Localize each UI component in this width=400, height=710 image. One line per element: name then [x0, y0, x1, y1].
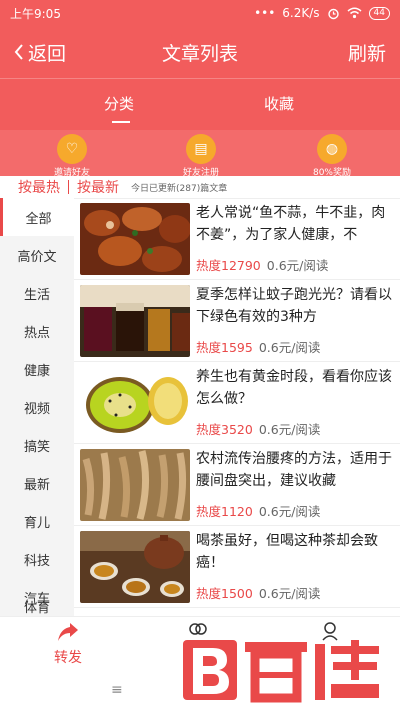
article-thumbnail-drinks — [80, 285, 190, 357]
sort-hot-button[interactable]: 按最热 — [18, 177, 60, 197]
sort-divider — [68, 180, 69, 194]
alarm-icon — [327, 8, 339, 19]
promo-register-label: 好友注册 — [182, 168, 219, 176]
share-arrow-icon — [58, 623, 78, 641]
article-item[interactable]: 夏季怎样让蚊子跑光光？请看以下绿色有效的3种方 热度1595 0.6元/阅读 — [74, 280, 400, 362]
register-icon: ▤ — [186, 134, 216, 164]
back-button[interactable]: 返回 — [14, 39, 66, 66]
menu-icon[interactable]: ≡ — [111, 682, 123, 698]
category-sidebar: 全部 高价文 生活 热点 健康 视频 搞笑 最新 育儿 科技 汽车 体育 — [0, 198, 74, 616]
article-title: 养生也有黄金时段，看看你应该怎么做？ — [196, 369, 392, 407]
refresh-button[interactable]: 刷新 — [348, 39, 386, 66]
promo-reward-label: 80%奖励 — [312, 168, 351, 176]
network-speed: 6.2K/s — [282, 6, 320, 20]
article-thumbnail-herbs — [80, 449, 190, 521]
active-tab-indicator — [112, 121, 130, 123]
article-thumbnail-tea — [80, 531, 190, 603]
watermark-logo — [183, 640, 379, 703]
article-heat: 热度1120 — [196, 504, 253, 519]
invite-icon: ♡ — [57, 134, 87, 164]
article-heat: 热度1595 — [196, 340, 253, 355]
status-dots: ••• — [254, 6, 276, 20]
nav-bar: 返回 文章列表 刷新 — [0, 26, 400, 78]
promo-register[interactable]: ▤ 好友注册 — [161, 134, 241, 176]
tab-bar: 分类 收藏 — [0, 78, 400, 130]
article-item[interactable]: 喝茶虽好，但喝这种茶却会致癌！ 热度1500 0.6元/阅读 — [74, 526, 400, 608]
update-count-text: 今日已更新(287)篇文章 — [131, 183, 228, 194]
article-item[interactable]: 农村流传治腰疼的方法，适用于腰间盘突出，建议收藏 热度1120 0.6元/阅读 — [74, 444, 400, 526]
promo-reward[interactable]: ◍ 80%奖励 — [292, 134, 372, 176]
tab-category[interactable]: 分类 — [104, 93, 134, 114]
wifi-icon — [347, 7, 362, 19]
share-button[interactable]: 转发 — [48, 621, 88, 667]
category-item-parenting[interactable]: 育儿 — [0, 502, 74, 540]
article-title: 喝茶虽好，但喝这种茶却会致癌！ — [196, 533, 378, 571]
article-price: 0.6元/阅读 — [258, 586, 321, 601]
category-item-sports-label: 体育 — [23, 600, 50, 616]
article-meta: 热度1500 0.6元/阅读 — [196, 583, 320, 602]
reward-icon: ◍ — [317, 134, 347, 164]
chevron-left-icon — [14, 44, 23, 60]
article-price: 0.6元/阅读 — [258, 504, 321, 519]
article-title: 农村流传治腰疼的方法，适用于腰间盘突出，建议收藏 — [196, 451, 392, 489]
category-item-high-price[interactable]: 高价文 — [0, 236, 74, 274]
category-item-hot[interactable]: 热点 — [0, 312, 74, 350]
article-title: 夏季怎样让蚊子跑光光？请看以下绿色有效的3种方 — [196, 287, 392, 325]
article-meta: 热度1120 0.6元/阅读 — [196, 501, 320, 520]
sort-bar: 按最热 按最新 今日已更新(287)篇文章 — [0, 176, 400, 199]
article-meta: 热度3520 0.6元/阅读 — [196, 419, 320, 438]
article-heat: 热度3520 — [196, 422, 253, 437]
article-price: 0.6元/阅读 — [258, 340, 321, 355]
category-item-latest[interactable]: 最新 — [0, 464, 74, 502]
category-item-health[interactable]: 健康 — [0, 350, 74, 388]
category-item-funny[interactable]: 搞笑 — [0, 426, 74, 464]
article-item[interactable]: 养生也有黄金时段，看看你应该怎么做？ 热度3520 0.6元/阅读 — [74, 362, 400, 444]
article-heat: 热度12790 — [196, 258, 261, 273]
article-meta: 热度1595 0.6元/阅读 — [196, 337, 320, 356]
status-time: 上午9:05 — [10, 6, 61, 21]
article-heat: 热度1500 — [196, 586, 253, 601]
article-item[interactable]: 老人常说“鱼不蒜，牛不韭，肉不姜”，为了家人健康，不 热度12790 0.6元/… — [74, 198, 400, 280]
article-meta: 热度12790 0.6元/阅读 — [196, 255, 328, 274]
article-title: 老人常说“鱼不蒜，牛不韭，肉不姜”，为了家人健康，不 — [196, 205, 386, 243]
promo-invite[interactable]: ♡ 邀请好友 — [32, 134, 112, 176]
category-item-life[interactable]: 生活 — [0, 274, 74, 312]
article-thumbnail-meat — [80, 203, 190, 275]
category-item-tech[interactable]: 科技 — [0, 540, 74, 578]
battery-indicator: 44 — [368, 6, 390, 20]
category-item-video[interactable]: 视频 — [0, 388, 74, 426]
status-bar: 上午9:05 ••• 6.2K/s 44 — [0, 0, 400, 26]
promo-banner: ♡ 邀请好友 ▤ 好友注册 ◍ 80%奖励 — [0, 130, 400, 176]
category-item-all[interactable]: 全部 — [0, 198, 74, 236]
share-label: 转发 — [54, 650, 82, 666]
article-price: 0.6元/阅读 — [258, 422, 321, 437]
promo-invite-label: 邀请好友 — [53, 168, 90, 176]
tab-favorites[interactable]: 收藏 — [264, 93, 294, 114]
sort-new-button[interactable]: 按最新 — [77, 177, 119, 197]
article-thumbnail-kiwi — [80, 367, 190, 439]
back-label: 返回 — [28, 42, 67, 65]
article-price: 0.6元/阅读 — [266, 258, 329, 273]
